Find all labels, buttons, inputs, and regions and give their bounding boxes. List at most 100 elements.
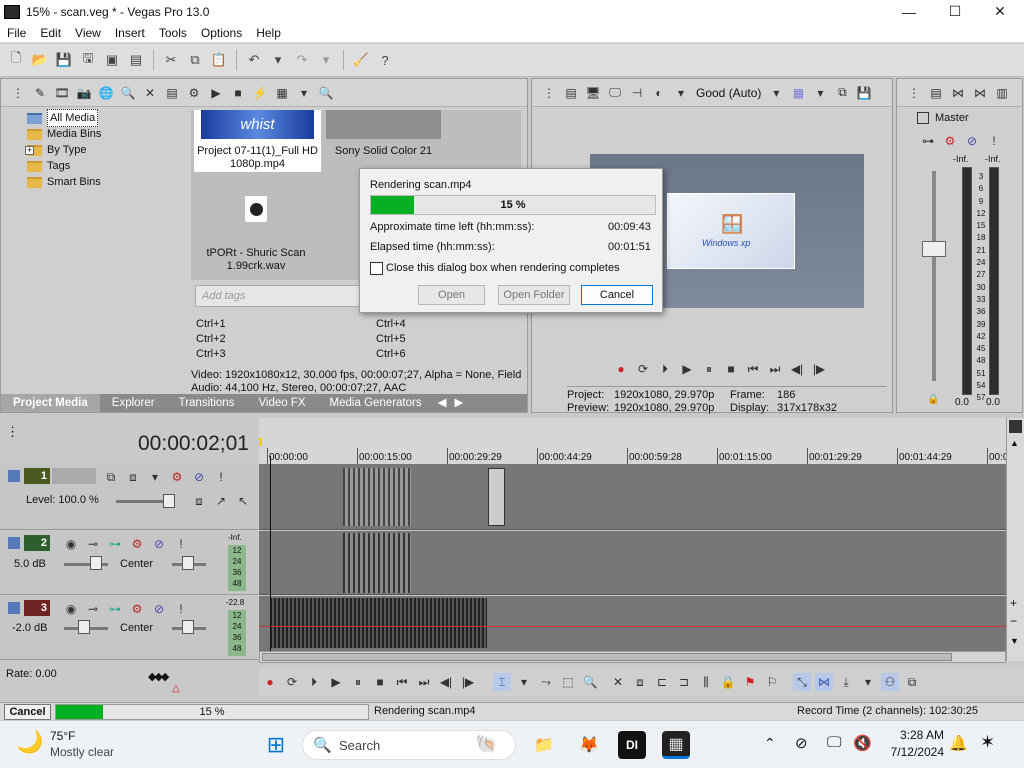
next-frame-icon[interactable]: |▶ <box>459 673 477 691</box>
close-when-done-checkbox[interactable] <box>370 262 383 275</box>
clock-date[interactable]: 7/12/2024 <box>870 745 944 759</box>
paste-icon[interactable]: 📋 <box>210 51 228 69</box>
go-to-end-icon[interactable]: ⏭ <box>766 360 784 378</box>
menu-view[interactable]: View <box>68 26 108 40</box>
grid-icon[interactable]: ▦ <box>789 84 807 102</box>
panel-grip-icon[interactable]: ⋮ <box>540 84 558 102</box>
audio-event-clip[interactable] <box>270 598 487 648</box>
undo-icon[interactable]: ↶ <box>245 51 263 69</box>
loop-playback-icon[interactable]: ⟳ <box>283 673 301 691</box>
audio-file-icon[interactable] <box>245 196 267 222</box>
play-icon[interactable]: ▶ <box>207 84 225 102</box>
track-fx-gear-icon[interactable]: ⚙ <box>168 468 186 486</box>
redo-dropdown-icon[interactable]: ▾ <box>317 51 335 69</box>
trim-end-icon[interactable]: ⊐ <box>675 673 693 691</box>
open-button[interactable]: Open <box>418 285 485 305</box>
auto-ripple-dropdown-icon[interactable]: ▾ <box>859 673 877 691</box>
audio-event-clip[interactable] <box>343 533 411 593</box>
preview-device-icon[interactable]: 🖥 <box>584 84 602 102</box>
tree-item-smart-bins[interactable]: Smart Bins <box>27 174 187 190</box>
compositing-mode-icon[interactable]: ⧈ <box>190 492 208 510</box>
weather-temperature[interactable]: 75°F <box>50 729 75 743</box>
open-folder-icon[interactable]: 📂 <box>31 51 49 69</box>
solid-color-thumbnail[interactable] <box>326 110 441 139</box>
weather-condition[interactable]: Mostly clear <box>50 745 114 759</box>
get-media-web-icon[interactable]: 🌐 <box>97 84 115 102</box>
track-header-audio-2[interactable]: 2 ◉ ⊸ ⊶ ⚙ ⊘ ! 5.0 dB Center -Inf. 12 24 36… <box>0 531 258 595</box>
master-mute-icon[interactable]: ⊘ <box>963 132 981 150</box>
add-tags-input[interactable]: Add tags <box>195 285 360 307</box>
media-fx-icon[interactable]: ⚙ <box>185 84 203 102</box>
close-when-done-label[interactable]: Close this dialog box when rendering com… <box>386 262 620 274</box>
arm-record-icon[interactable]: ◉ <box>62 600 80 618</box>
mixer-properties-icon[interactable]: ▤ <box>927 84 945 102</box>
clear-history-icon[interactable]: 🧹 <box>352 51 370 69</box>
master-fx-icon[interactable]: ⚙ <box>941 132 959 150</box>
stop-icon[interactable]: ■ <box>371 673 389 691</box>
maximize-button[interactable]: ☐ <box>932 0 978 23</box>
go-to-start-icon[interactable]: ⏮ <box>744 360 762 378</box>
track-fx-gear-icon[interactable]: ⚙ <box>128 600 146 618</box>
expand-icon[interactable]: + <box>25 145 34 155</box>
weather-moon-cloud-icon[interactable]: 🌙 <box>16 729 43 755</box>
make-compositing-parent-icon[interactable]: ↖ <box>234 492 252 510</box>
delete-icon[interactable]: ✕ <box>609 673 627 691</box>
track-header-video-1[interactable]: 1 ⧉ ⧈ ▾ ⚙ ⊘ ! Level: 100.0 % ⧈ ↗ ↖ <box>0 464 258 530</box>
solo-icon[interactable]: ! <box>172 600 190 618</box>
invert-phase-icon[interactable]: ⊸ <box>84 600 102 618</box>
tab-video-fx[interactable]: Video FX <box>246 394 317 412</box>
open-folder-button[interactable]: Open Folder <box>498 285 570 305</box>
mute-icon[interactable]: ⊘ <box>150 535 168 553</box>
notification-bell-icon[interactable]: 🔔 <box>949 734 968 752</box>
mixer-bus-icon[interactable]: ⋈ <box>949 84 967 102</box>
trim-icon[interactable]: ⧈ <box>631 673 649 691</box>
save-as-icon[interactable]: 🖫 <box>79 50 97 69</box>
master-lock-icon[interactable]: 🔒 <box>927 394 939 405</box>
solo-icon[interactable]: ! <box>212 468 230 486</box>
panel-grip-icon[interactable]: ⋮ <box>9 84 27 102</box>
menu-edit[interactable]: Edit <box>33 26 68 40</box>
next-frame-icon[interactable]: |▶ <box>810 360 828 378</box>
level-slider-handle[interactable] <box>163 494 175 508</box>
vegas-app-icon[interactable] <box>4 4 20 19</box>
insert-region-icon[interactable]: ⚐ <box>763 673 781 691</box>
tab-project-media[interactable]: Project Media <box>1 394 100 412</box>
media-item[interactable]: whist Project 07-11(1)_Full HD 1080p.mp4 <box>194 110 321 172</box>
master-bus-icon[interactable] <box>917 112 929 124</box>
network-offline-icon[interactable]: ⊘ <box>795 734 808 752</box>
track-name-field[interactable] <box>52 468 96 484</box>
show-hidden-icons-chevron-icon[interactable]: ⌃ <box>764 735 776 752</box>
redo-icon[interactable]: ↷ <box>293 51 311 69</box>
loop-region-marker[interactable] <box>259 438 262 446</box>
timeline-ruler[interactable]: 00:00:00 00:00:15:00 00:00:29:29 00:00:44:2… <box>259 418 1006 468</box>
solid-color-event-clip[interactable] <box>488 468 505 526</box>
play-from-start-icon[interactable]: ⏵ <box>656 360 674 378</box>
zoom-tool-icon[interactable]: 🔍 <box>581 673 599 691</box>
stop-icon[interactable]: ■ <box>722 360 740 378</box>
master-solo-icon[interactable]: ! <box>985 132 1003 150</box>
normal-edit-tool-icon[interactable]: ⌶ <box>493 673 511 691</box>
menu-insert[interactable]: Insert <box>108 26 152 40</box>
capture-video-icon[interactable]: 🎞 <box>53 84 71 102</box>
solo-icon[interactable]: ! <box>172 535 190 553</box>
mixer-meters-icon[interactable]: ▥ <box>993 84 1011 102</box>
master-fader-handle[interactable] <box>922 241 946 257</box>
firefox-icon[interactable]: 🦊 <box>575 731 603 759</box>
preview-properties-icon[interactable]: ▤ <box>562 84 580 102</box>
render-as-icon[interactable]: ▣ <box>103 51 121 69</box>
lock-icon[interactable]: 🔒 <box>719 673 737 691</box>
get-photo-icon[interactable]: 📷 <box>75 84 93 102</box>
scroll-up-icon[interactable]: ▲ <box>1010 438 1019 448</box>
play-icon[interactable]: ▶ <box>678 360 696 378</box>
display-icon[interactable]: 🖵 <box>827 734 841 751</box>
cut-icon[interactable]: ✂ <box>162 51 180 69</box>
cancel-render-button[interactable]: Cancel <box>581 285 653 305</box>
views-icon[interactable]: ▦ <box>273 84 291 102</box>
panel-grip-icon[interactable]: ⋮ <box>6 424 19 440</box>
prev-frame-icon[interactable]: ◀| <box>437 673 455 691</box>
import-media-icon[interactable]: ✎ <box>31 84 49 102</box>
menu-options[interactable]: Options <box>194 26 249 40</box>
zoom-icon[interactable]: 🔍 <box>317 84 335 102</box>
envelope-tool-icon[interactable]: ⤳ <box>537 673 555 691</box>
selection-tool-icon[interactable]: ⬚ <box>559 673 577 691</box>
